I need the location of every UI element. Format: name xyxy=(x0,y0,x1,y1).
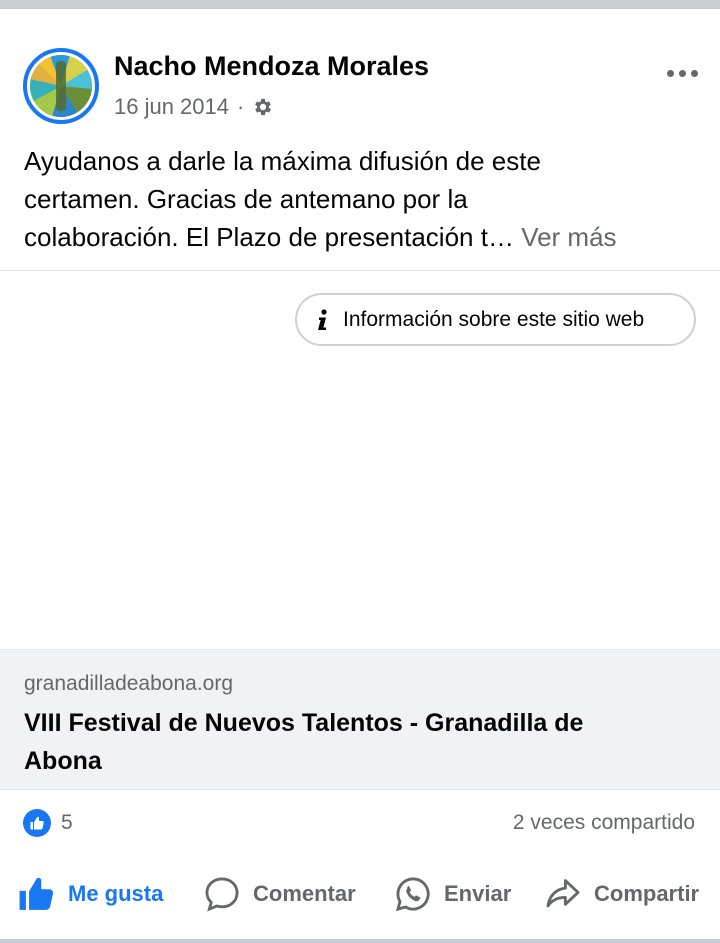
like-label: Me gusta xyxy=(68,881,164,906)
avatar-image xyxy=(30,55,92,117)
top-divider xyxy=(0,0,720,9)
site-info-button[interactable]: Información sobre este sitio web xyxy=(295,293,696,346)
link-card[interactable]: granadilladeabona.org VIII Festival de N… xyxy=(0,649,720,790)
post-text-line: colaboración. El Plazo de presentación t… xyxy=(24,218,700,256)
bottom-divider xyxy=(0,939,720,943)
post-date[interactable]: 16 jun 2014 xyxy=(114,94,229,120)
post-meta: 16 jun 2014 · xyxy=(114,93,274,121)
comment-label: Comentar xyxy=(253,881,356,906)
post-text: Ayudanos a darle la máxima difusión de e… xyxy=(24,142,700,256)
avatar[interactable] xyxy=(23,48,99,124)
action-bar: Me gusta Comentar Enviar Compartir xyxy=(0,862,720,926)
like-reaction-icon[interactable] xyxy=(23,809,51,837)
info-icon xyxy=(315,308,331,332)
link-title: VIII Festival de Nuevos Talentos - Grana… xyxy=(24,709,584,775)
meta-separator: · xyxy=(237,94,245,119)
send-button[interactable]: Enviar xyxy=(394,862,511,926)
post-text-line: Ayudanos a darle la máxima difusión de e… xyxy=(24,146,541,176)
site-info-label: Información sobre este sitio web xyxy=(343,307,645,331)
post-text-line: certamen. Gracias de antemano por la xyxy=(24,184,468,214)
share-button[interactable]: Compartir xyxy=(544,862,699,926)
comment-button[interactable]: Comentar xyxy=(203,862,356,926)
comment-icon xyxy=(205,877,239,912)
like-button[interactable]: Me gusta xyxy=(18,862,163,926)
post-header: Nacho Mendoza Morales 16 jun 2014 · xyxy=(0,9,720,139)
share-icon xyxy=(546,879,580,908)
author-name[interactable]: Nacho Mendoza Morales xyxy=(114,51,429,82)
see-more-link[interactable]: Ver más xyxy=(521,222,616,252)
gear-icon xyxy=(252,96,274,118)
more-options-icon[interactable] xyxy=(660,59,704,87)
post-text-truncated: colaboración. El Plazo de presentación t… xyxy=(24,222,514,252)
send-label: Enviar xyxy=(444,881,512,906)
share-count[interactable]: 2 veces compartido xyxy=(513,811,695,835)
link-preview-image[interactable]: Información sobre este sitio web xyxy=(0,271,720,649)
like-count[interactable]: 5 xyxy=(61,811,73,835)
link-domain: granadilladeabona.org xyxy=(24,672,234,695)
whatsapp-icon xyxy=(395,877,430,912)
reactions-bar: 5 2 veces compartido xyxy=(0,800,720,846)
thumbs-up-icon xyxy=(19,877,54,910)
share-label: Compartir xyxy=(594,881,700,906)
